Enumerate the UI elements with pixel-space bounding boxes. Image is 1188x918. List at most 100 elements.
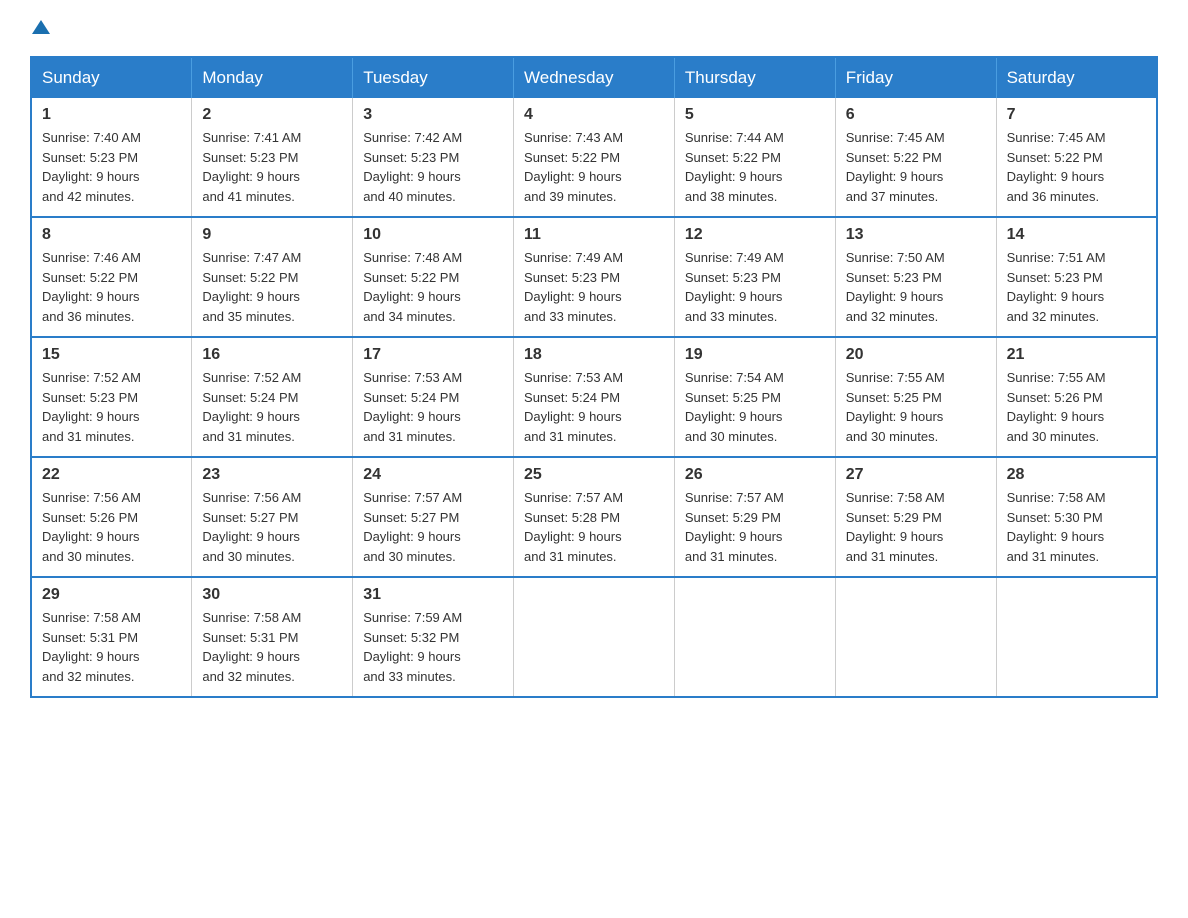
day-info: Sunrise: 7:58 AMSunset: 5:29 PMDaylight:… [846, 488, 986, 566]
calendar-cell: 1 Sunrise: 7:40 AMSunset: 5:23 PMDayligh… [31, 98, 192, 217]
day-number: 13 [846, 226, 986, 244]
day-number: 15 [42, 346, 181, 364]
day-number: 14 [1007, 226, 1146, 244]
calendar-cell: 22 Sunrise: 7:56 AMSunset: 5:26 PMDaylig… [31, 457, 192, 577]
calendar-cell: 21 Sunrise: 7:55 AMSunset: 5:26 PMDaylig… [996, 337, 1157, 457]
day-info: Sunrise: 7:54 AMSunset: 5:25 PMDaylight:… [685, 368, 825, 446]
day-info: Sunrise: 7:57 AMSunset: 5:28 PMDaylight:… [524, 488, 664, 566]
day-info: Sunrise: 7:59 AMSunset: 5:32 PMDaylight:… [363, 608, 503, 686]
calendar-cell: 12 Sunrise: 7:49 AMSunset: 5:23 PMDaylig… [674, 217, 835, 337]
day-number: 30 [202, 586, 342, 604]
day-number: 22 [42, 466, 181, 484]
day-info: Sunrise: 7:53 AMSunset: 5:24 PMDaylight:… [363, 368, 503, 446]
day-info: Sunrise: 7:49 AMSunset: 5:23 PMDaylight:… [524, 248, 664, 326]
day-number: 5 [685, 106, 825, 124]
day-info: Sunrise: 7:49 AMSunset: 5:23 PMDaylight:… [685, 248, 825, 326]
day-number: 27 [846, 466, 986, 484]
day-info: Sunrise: 7:57 AMSunset: 5:29 PMDaylight:… [685, 488, 825, 566]
calendar-cell [674, 577, 835, 697]
calendar-cell: 6 Sunrise: 7:45 AMSunset: 5:22 PMDayligh… [835, 98, 996, 217]
day-number: 18 [524, 346, 664, 364]
calendar-cell: 14 Sunrise: 7:51 AMSunset: 5:23 PMDaylig… [996, 217, 1157, 337]
calendar-cell: 9 Sunrise: 7:47 AMSunset: 5:22 PMDayligh… [192, 217, 353, 337]
calendar-cell: 28 Sunrise: 7:58 AMSunset: 5:30 PMDaylig… [996, 457, 1157, 577]
day-info: Sunrise: 7:45 AMSunset: 5:22 PMDaylight:… [846, 128, 986, 206]
day-number: 11 [524, 226, 664, 244]
calendar-cell: 16 Sunrise: 7:52 AMSunset: 5:24 PMDaylig… [192, 337, 353, 457]
day-info: Sunrise: 7:44 AMSunset: 5:22 PMDaylight:… [685, 128, 825, 206]
day-info: Sunrise: 7:45 AMSunset: 5:22 PMDaylight:… [1007, 128, 1146, 206]
logo [30, 20, 50, 36]
day-number: 25 [524, 466, 664, 484]
calendar-cell [835, 577, 996, 697]
calendar-cell: 26 Sunrise: 7:57 AMSunset: 5:29 PMDaylig… [674, 457, 835, 577]
day-number: 8 [42, 226, 181, 244]
day-number: 7 [1007, 106, 1146, 124]
day-header-sunday: Sunday [31, 57, 192, 98]
day-info: Sunrise: 7:52 AMSunset: 5:24 PMDaylight:… [202, 368, 342, 446]
day-info: Sunrise: 7:55 AMSunset: 5:25 PMDaylight:… [846, 368, 986, 446]
calendar-week-row: 29 Sunrise: 7:58 AMSunset: 5:31 PMDaylig… [31, 577, 1157, 697]
day-info: Sunrise: 7:58 AMSunset: 5:31 PMDaylight:… [42, 608, 181, 686]
calendar-cell: 24 Sunrise: 7:57 AMSunset: 5:27 PMDaylig… [353, 457, 514, 577]
calendar-cell: 4 Sunrise: 7:43 AMSunset: 5:22 PMDayligh… [514, 98, 675, 217]
calendar-cell [996, 577, 1157, 697]
day-header-thursday: Thursday [674, 57, 835, 98]
day-number: 28 [1007, 466, 1146, 484]
calendar-cell: 7 Sunrise: 7:45 AMSunset: 5:22 PMDayligh… [996, 98, 1157, 217]
day-info: Sunrise: 7:57 AMSunset: 5:27 PMDaylight:… [363, 488, 503, 566]
day-info: Sunrise: 7:52 AMSunset: 5:23 PMDaylight:… [42, 368, 181, 446]
day-number: 24 [363, 466, 503, 484]
day-info: Sunrise: 7:41 AMSunset: 5:23 PMDaylight:… [202, 128, 342, 206]
calendar-week-row: 8 Sunrise: 7:46 AMSunset: 5:22 PMDayligh… [31, 217, 1157, 337]
day-info: Sunrise: 7:46 AMSunset: 5:22 PMDaylight:… [42, 248, 181, 326]
day-number: 10 [363, 226, 503, 244]
day-number: 1 [42, 106, 181, 124]
day-number: 17 [363, 346, 503, 364]
calendar-header-row: SundayMondayTuesdayWednesdayThursdayFrid… [31, 57, 1157, 98]
day-number: 9 [202, 226, 342, 244]
day-number: 12 [685, 226, 825, 244]
day-number: 19 [685, 346, 825, 364]
day-info: Sunrise: 7:40 AMSunset: 5:23 PMDaylight:… [42, 128, 181, 206]
calendar-week-row: 22 Sunrise: 7:56 AMSunset: 5:26 PMDaylig… [31, 457, 1157, 577]
day-info: Sunrise: 7:51 AMSunset: 5:23 PMDaylight:… [1007, 248, 1146, 326]
day-number: 6 [846, 106, 986, 124]
calendar-cell: 17 Sunrise: 7:53 AMSunset: 5:24 PMDaylig… [353, 337, 514, 457]
day-info: Sunrise: 7:58 AMSunset: 5:31 PMDaylight:… [202, 608, 342, 686]
calendar-cell: 10 Sunrise: 7:48 AMSunset: 5:22 PMDaylig… [353, 217, 514, 337]
page-header [30, 20, 1158, 36]
day-info: Sunrise: 7:47 AMSunset: 5:22 PMDaylight:… [202, 248, 342, 326]
calendar-cell: 8 Sunrise: 7:46 AMSunset: 5:22 PMDayligh… [31, 217, 192, 337]
day-info: Sunrise: 7:58 AMSunset: 5:30 PMDaylight:… [1007, 488, 1146, 566]
calendar-cell: 2 Sunrise: 7:41 AMSunset: 5:23 PMDayligh… [192, 98, 353, 217]
day-number: 31 [363, 586, 503, 604]
calendar-cell: 25 Sunrise: 7:57 AMSunset: 5:28 PMDaylig… [514, 457, 675, 577]
calendar-cell: 18 Sunrise: 7:53 AMSunset: 5:24 PMDaylig… [514, 337, 675, 457]
calendar-week-row: 15 Sunrise: 7:52 AMSunset: 5:23 PMDaylig… [31, 337, 1157, 457]
day-header-friday: Friday [835, 57, 996, 98]
calendar-cell: 13 Sunrise: 7:50 AMSunset: 5:23 PMDaylig… [835, 217, 996, 337]
calendar-cell: 19 Sunrise: 7:54 AMSunset: 5:25 PMDaylig… [674, 337, 835, 457]
day-number: 29 [42, 586, 181, 604]
day-number: 26 [685, 466, 825, 484]
day-number: 4 [524, 106, 664, 124]
calendar-cell: 23 Sunrise: 7:56 AMSunset: 5:27 PMDaylig… [192, 457, 353, 577]
day-info: Sunrise: 7:43 AMSunset: 5:22 PMDaylight:… [524, 128, 664, 206]
day-header-monday: Monday [192, 57, 353, 98]
day-info: Sunrise: 7:50 AMSunset: 5:23 PMDaylight:… [846, 248, 986, 326]
day-info: Sunrise: 7:55 AMSunset: 5:26 PMDaylight:… [1007, 368, 1146, 446]
day-header-tuesday: Tuesday [353, 57, 514, 98]
day-info: Sunrise: 7:48 AMSunset: 5:22 PMDaylight:… [363, 248, 503, 326]
calendar-cell: 20 Sunrise: 7:55 AMSunset: 5:25 PMDaylig… [835, 337, 996, 457]
calendar-cell: 11 Sunrise: 7:49 AMSunset: 5:23 PMDaylig… [514, 217, 675, 337]
calendar-week-row: 1 Sunrise: 7:40 AMSunset: 5:23 PMDayligh… [31, 98, 1157, 217]
calendar-cell: 3 Sunrise: 7:42 AMSunset: 5:23 PMDayligh… [353, 98, 514, 217]
day-number: 3 [363, 106, 503, 124]
day-info: Sunrise: 7:56 AMSunset: 5:27 PMDaylight:… [202, 488, 342, 566]
calendar-cell: 27 Sunrise: 7:58 AMSunset: 5:29 PMDaylig… [835, 457, 996, 577]
logo-icon [30, 20, 50, 36]
calendar-cell: 31 Sunrise: 7:59 AMSunset: 5:32 PMDaylig… [353, 577, 514, 697]
calendar-cell [514, 577, 675, 697]
calendar-cell: 5 Sunrise: 7:44 AMSunset: 5:22 PMDayligh… [674, 98, 835, 217]
